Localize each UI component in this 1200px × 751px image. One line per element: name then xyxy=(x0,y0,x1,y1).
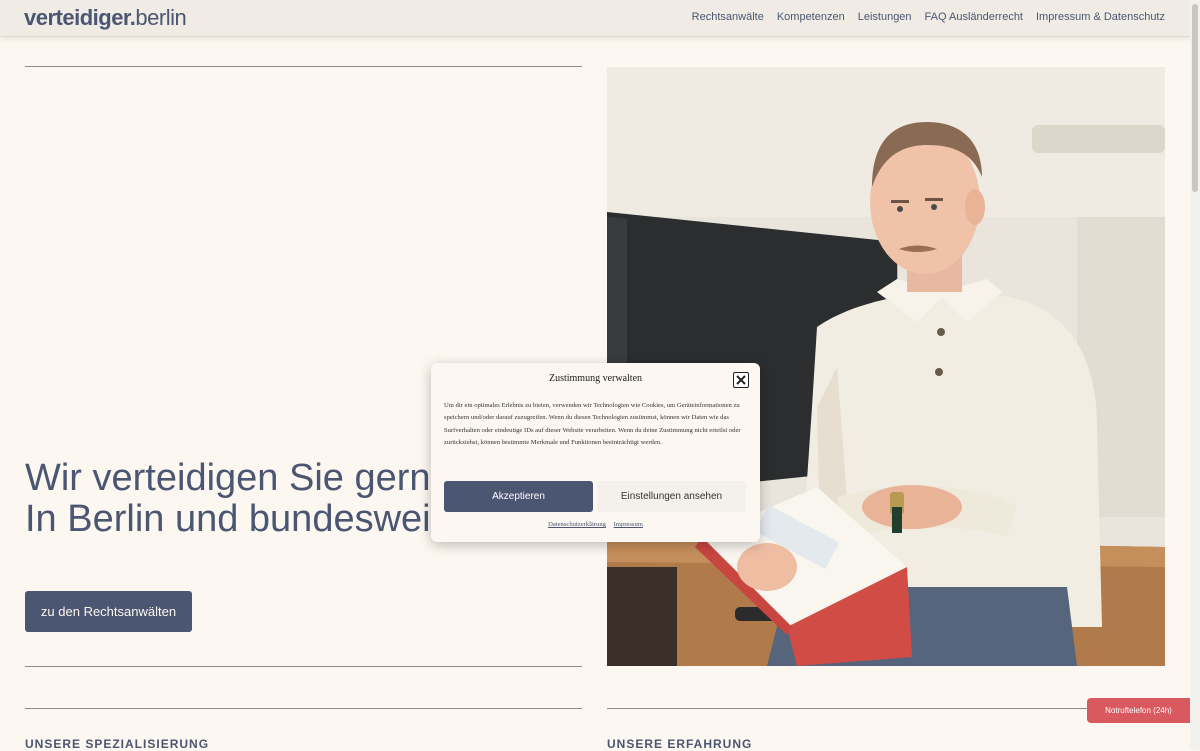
consent-title: Zustimmung verwalten xyxy=(548,373,643,384)
emergency-phone-button[interactable]: Notruftelefon (24h) xyxy=(1087,698,1190,723)
nav-rechtsanwaelte[interactable]: Rechtsanwälte xyxy=(692,11,764,23)
scrollbar-thumb[interactable] xyxy=(1192,4,1198,192)
accept-button[interactable]: Akzeptieren xyxy=(444,481,593,512)
hero-heading-line1: Wir verteidigen Sie gerne. xyxy=(25,457,463,499)
main-nav: Rechtsanwälte Kompetenzen Leistungen FAQ… xyxy=(692,11,1165,23)
specialization-heading: UNSERE SPEZIALISIERUNG xyxy=(25,737,210,751)
logo-bold: verteidiger. xyxy=(24,5,136,30)
imprint-link[interactable]: Impressum xyxy=(614,521,643,528)
nav-impressum-datenschutz[interactable]: Impressum & Datenschutz xyxy=(1036,11,1165,23)
page-scrollbar[interactable] xyxy=(1190,0,1200,750)
hero-heading-line2: In Berlin und bundesweit. xyxy=(25,498,452,540)
site-logo[interactable]: verteidiger.berlin xyxy=(24,5,187,31)
consent-body: Um dir ein optimales Erlebnis zu bieten,… xyxy=(444,402,741,447)
cookie-consent-dialog: Zustimmung verwalten Um dir ein optimale… xyxy=(431,363,760,542)
divider-top xyxy=(25,66,582,67)
lawyers-cta-button[interactable]: zu den Rechtsanwälten xyxy=(25,591,192,632)
nav-leistungen[interactable]: Leistungen xyxy=(858,11,912,23)
experience-heading: UNSERE ERFAHRUNG xyxy=(607,737,753,751)
divider-mid xyxy=(25,666,582,667)
nav-kompetenzen[interactable]: Kompetenzen xyxy=(777,11,845,23)
view-settings-button[interactable]: Einstellungen ansehen xyxy=(597,481,746,512)
hero-heading: Wir verteidigen Sie gerne. In Berlin und… xyxy=(25,458,462,540)
site-header: verteidiger.berlin Rechtsanwälte Kompete… xyxy=(0,0,1190,37)
privacy-policy-link[interactable]: Datenschutzerklärung xyxy=(548,521,606,528)
nav-faq-auslaenderrecht[interactable]: FAQ Ausländerrecht xyxy=(925,11,1023,23)
close-icon xyxy=(736,375,746,385)
logo-light: berlin xyxy=(135,5,187,30)
divider-bottom-right xyxy=(607,708,1165,709)
divider-bottom-left xyxy=(25,708,582,709)
consent-links: Datenschutzerklärung Impressum xyxy=(431,521,760,528)
close-button[interactable] xyxy=(733,372,749,388)
